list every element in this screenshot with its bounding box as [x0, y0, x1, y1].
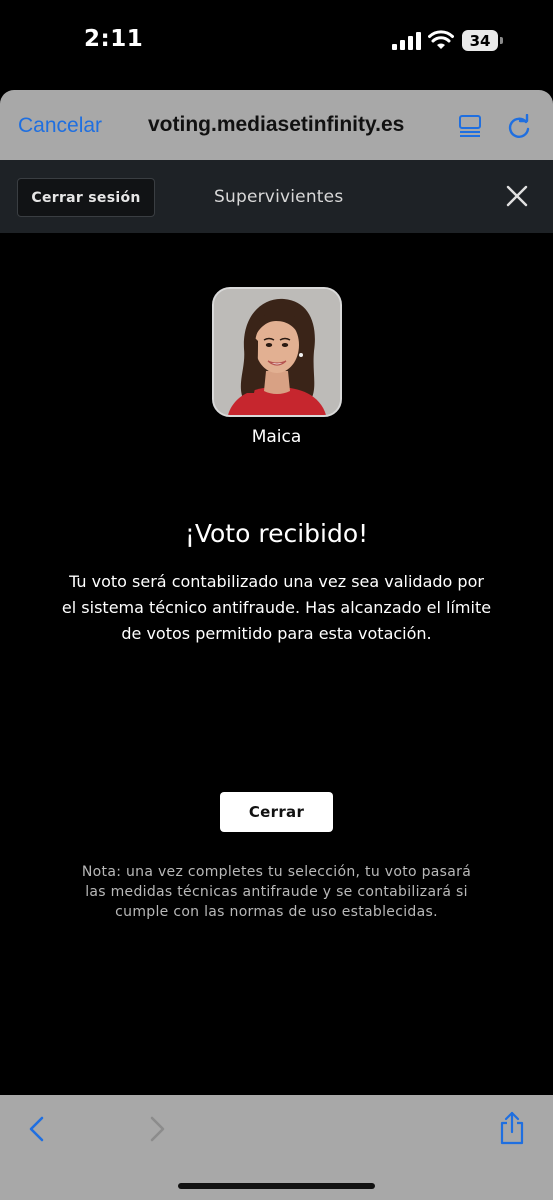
reload-icon[interactable]: [506, 114, 532, 140]
confirmation-message: Tu voto será contabilizado una vez sea v…: [61, 572, 492, 643]
reader-icon[interactable]: [458, 114, 482, 138]
battery-icon: 34: [462, 30, 504, 51]
home-indicator: [178, 1183, 375, 1189]
contestant-avatar: [212, 287, 342, 417]
battery-level: 34: [462, 30, 498, 51]
page-topbar: Cerrar sesión Supervivientes: [0, 160, 553, 233]
cancel-button[interactable]: Cancelar: [18, 114, 102, 138]
disclaimer-note: Nota: una vez completes tu selección, tu…: [81, 864, 472, 920]
close-button[interactable]: Cerrar: [220, 792, 333, 832]
url-title: voting.mediasetinfinity.es: [148, 113, 405, 136]
back-icon[interactable]: [26, 1115, 48, 1143]
avatar-portrait: [214, 289, 340, 415]
confirmation-heading: ¡Voto recibido!: [184, 519, 369, 548]
logout-button[interactable]: Cerrar sesión: [17, 178, 155, 217]
battery-nub: [500, 37, 503, 44]
status-bar: 2:11 34: [0, 0, 553, 86]
wifi-icon: [428, 30, 454, 49]
forward-icon[interactable]: [146, 1115, 168, 1143]
contestant-name: Maica: [251, 427, 302, 447]
show-title: Supervivientes: [214, 187, 344, 207]
signal-icon: [392, 32, 421, 50]
status-time: 2:11: [84, 26, 144, 52]
close-icon[interactable]: [506, 185, 528, 207]
share-icon[interactable]: [498, 1111, 526, 1145]
screen: 2:11 34 Cancelar voting.mediasetinfinity…: [0, 0, 553, 1200]
bottom-toolbar: [0, 1095, 553, 1200]
browser-header: Cancelar voting.mediasetinfinity.es: [0, 90, 553, 160]
